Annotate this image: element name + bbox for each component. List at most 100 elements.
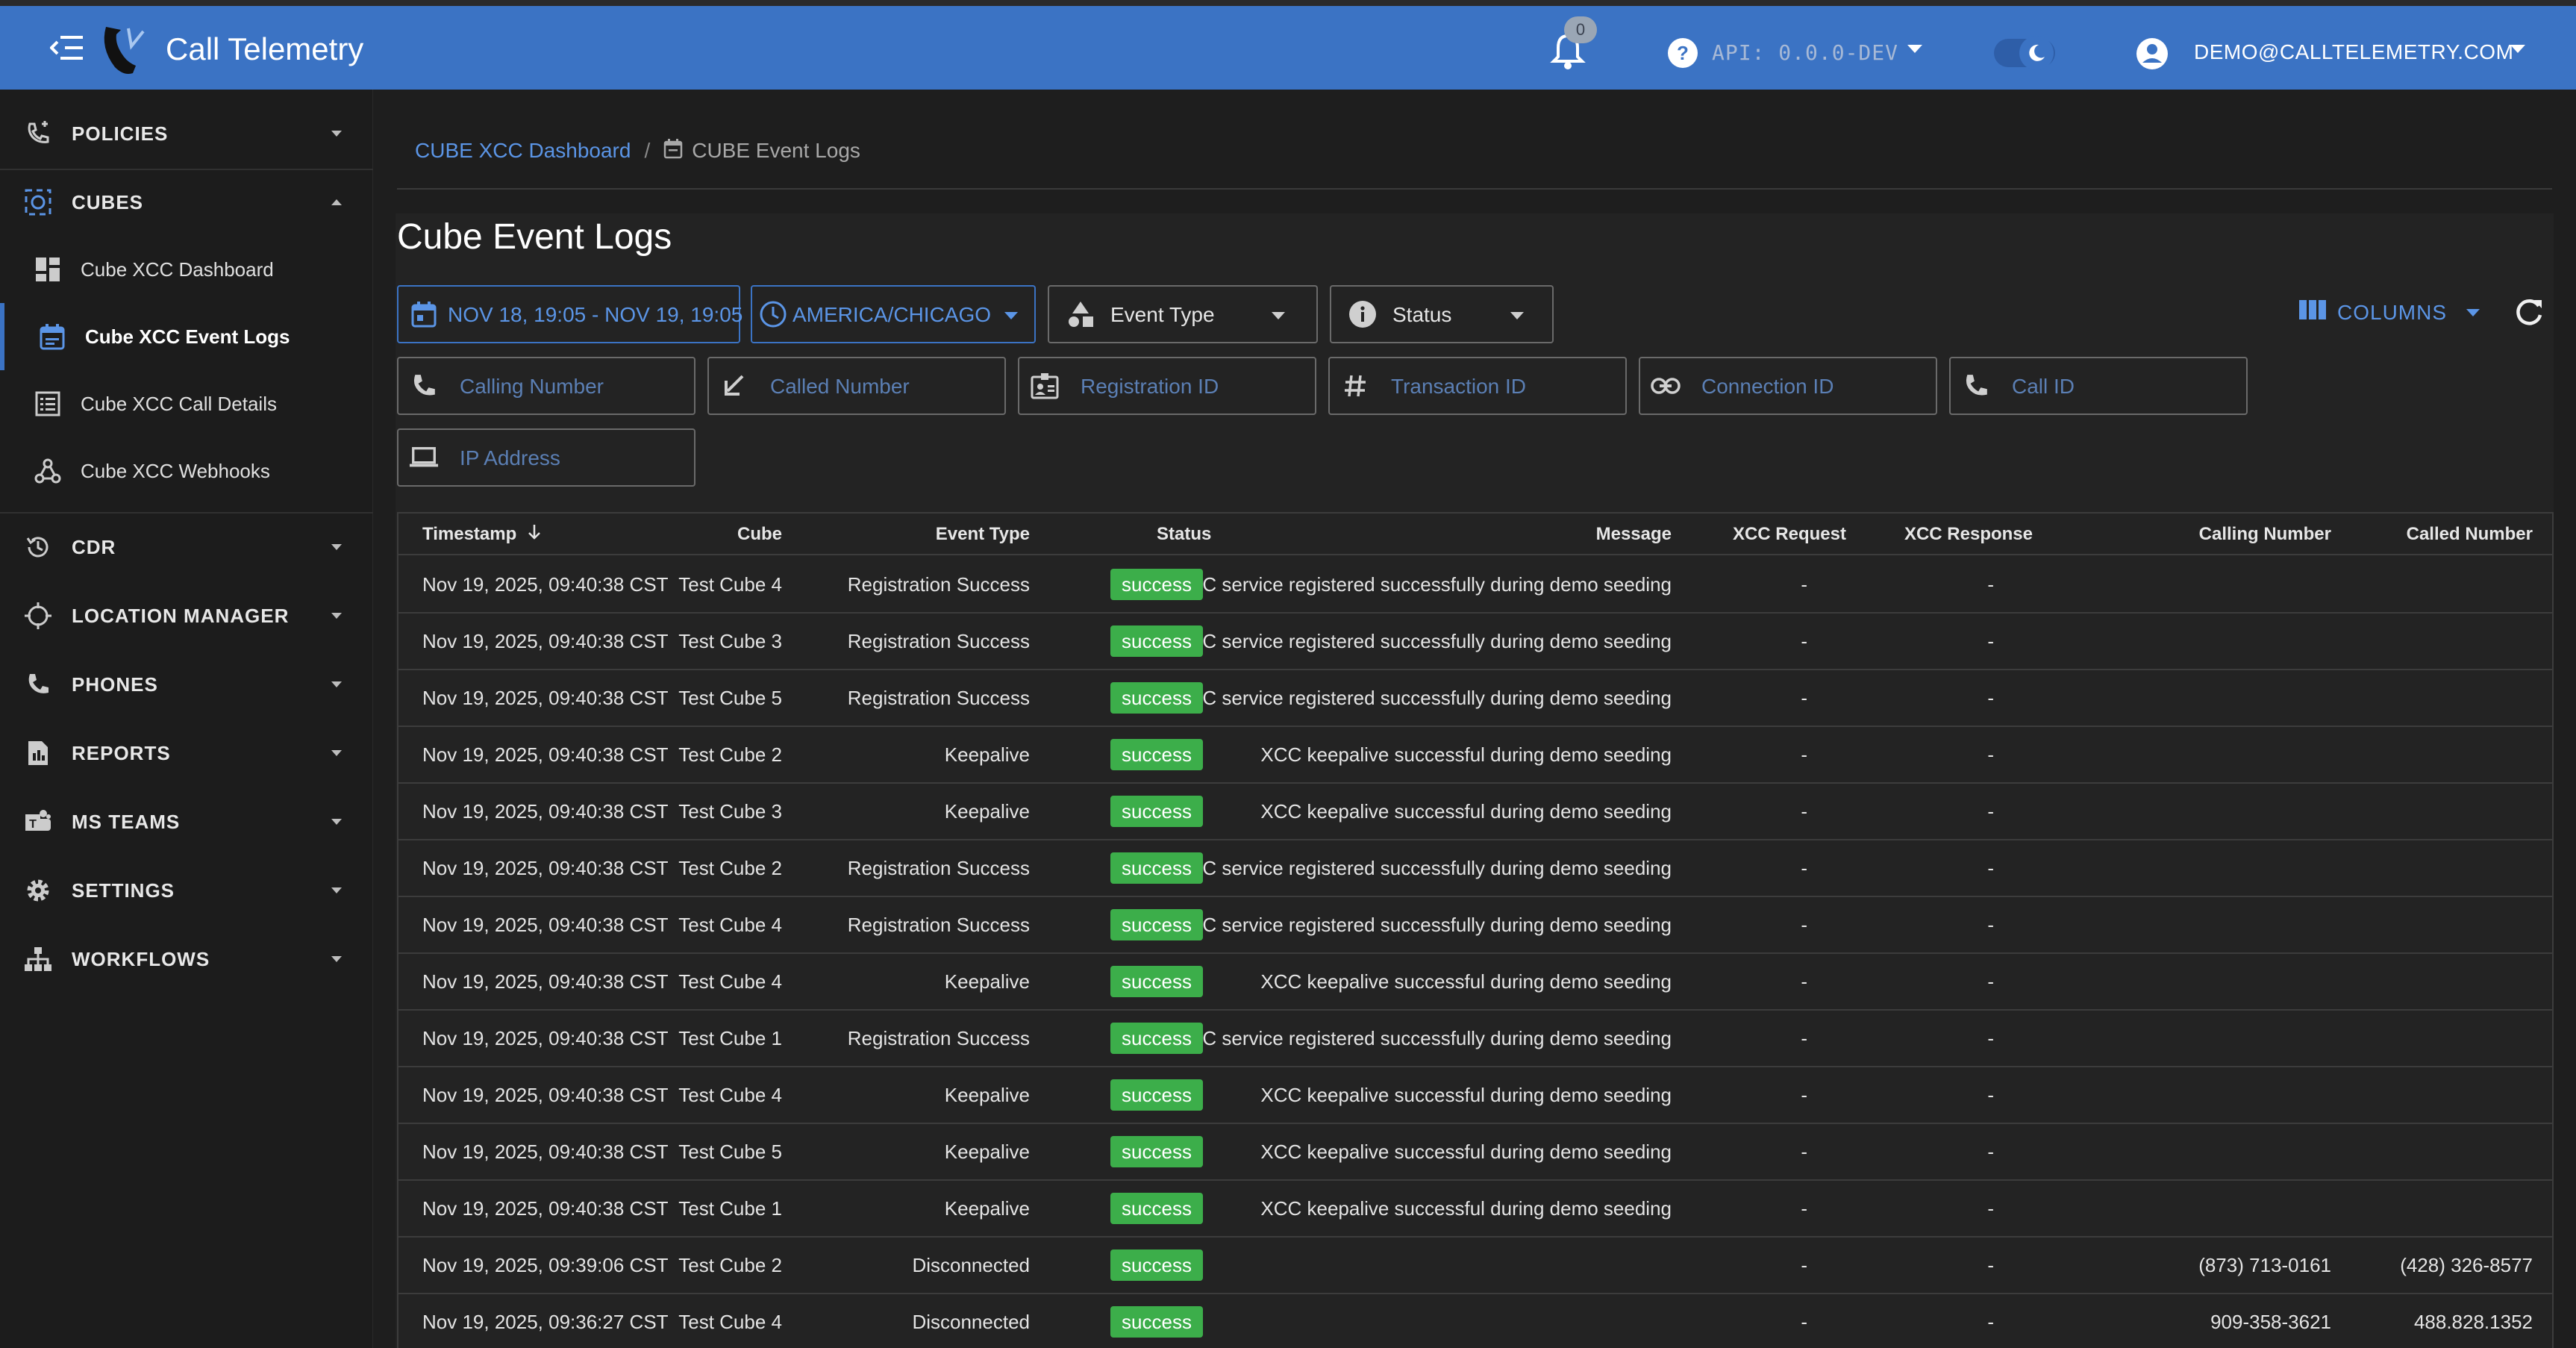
table-row[interactable]: Nov 19, 2025, 09:40:38 CST Test Cube 4 Reg… [398,897,2552,954]
date-range-picker[interactable]: NOV 18, 19:05 - NOV 19, 19:05 [397,285,743,343]
column-header-event-type[interactable]: Event Type [936,524,1030,545]
notification-count-badge: 0 [1564,16,1597,43]
cell-xcc-response: - [1987,1197,1994,1220]
table-row[interactable]: Nov 19, 2025, 09:40:38 CST Test Cube 5 Reg… [398,670,2552,727]
cell-message: XCC keepalive successful during demo see… [1260,1197,1672,1220]
sidebar-section-policies[interactable]: POLICIES [0,100,373,167]
table-row[interactable]: Nov 19, 2025, 09:40:38 CST Test Cube 3 Kee… [398,784,2552,840]
sidebar-section-cubes[interactable]: CUBES [0,169,373,236]
chevron-down-icon [331,819,342,825]
cell-cube: Test Cube 4 [678,1084,782,1106]
sidebar-item-label: Cube XCC Call Details [81,392,277,415]
sidebar-section-label: CUBES [72,190,144,213]
column-header-xcc-response[interactable]: XCC Response [1904,524,2033,545]
event-type-select[interactable]: Event Type [1048,285,1318,343]
phone-icon [409,371,439,401]
table-row[interactable]: Nov 19, 2025, 09:40:38 CST Test Cube 4 Kee… [398,1067,2552,1124]
status-badge: success [1110,1136,1203,1167]
chevron-down-icon [2466,308,2480,316]
table-row[interactable]: Nov 19, 2025, 09:40:38 CST Test Cube 2 Kee… [398,727,2552,784]
called-number-input[interactable]: Called Number [707,357,1006,415]
dashboard-icon [31,253,64,286]
status-badge: success [1110,739,1203,770]
columns-button[interactable]: COLUMNS [2298,299,2480,326]
breadcrumb-current: CUBE Event Logs [692,139,860,162]
cell-event-type: Keepalive [944,1084,1030,1106]
calling-number-input[interactable]: Calling Number [397,357,695,415]
sidebar-section-cdr[interactable]: CDR [0,514,373,581]
status-select[interactable]: Status [1330,285,1554,343]
arrow-down-icon [528,524,541,546]
table-row[interactable]: Nov 19, 2025, 09:40:38 CST Test Cube 3 Reg… [398,614,2552,670]
sidebar-item-cube-xcc-event-logs[interactable]: Cube XCC Event Logs [0,303,373,370]
column-header-message[interactable]: Message [1596,524,1672,545]
cell-xcc-request: - [1801,630,1807,652]
sidebar-section-label: PHONES [72,673,158,696]
sidebar-section-ms-teams[interactable]: T MS TEAMS [0,788,373,855]
api-dropdown-chevron-icon[interactable] [1907,45,1922,53]
call-id-placeholder: Call ID [2012,375,2075,398]
table-row[interactable]: Nov 19, 2025, 09:40:38 CST Test Cube 1 Reg… [398,1011,2552,1067]
transaction-id-input[interactable]: Transaction ID [1328,357,1627,415]
breadcrumb-link-dashboard[interactable]: CUBE XCC Dashboard [415,139,631,163]
sidebar-section-reports[interactable]: REPORTS [0,720,373,787]
table-row[interactable]: Nov 19, 2025, 09:36:27 CST Test Cube 4 Dis… [398,1294,2552,1348]
cell-message: XCC keepalive successful during demo see… [1260,743,1672,766]
column-header-timestamp[interactable]: Timestamp [422,524,541,546]
cell-cube: Test Cube 4 [678,1311,782,1333]
sidebar-section-workflows[interactable]: WORKFLOWS [0,926,373,993]
sidebar-item-cube-xcc-dashboard[interactable]: Cube XCC Dashboard [0,236,373,303]
registration-id-input[interactable]: Registration ID [1018,357,1316,415]
status-badge: success [1110,966,1203,997]
cell-xcc-response: - [1987,630,1994,652]
cell-timestamp: Nov 19, 2025, 09:39:06 CST [422,1254,669,1276]
ip-address-input[interactable]: IP Address [397,428,695,487]
call-id-input[interactable]: Call ID [1949,357,2248,415]
cell-xcc-response: - [1987,1311,1994,1333]
sidebar-item-cube-xcc-call-details[interactable]: Cube XCC Call Details [0,370,373,437]
api-version-label[interactable]: API: 0.0.0-DEV [1712,40,1898,65]
cell-called-number: (428) 326-8577 [2400,1254,2533,1276]
table-row[interactable]: Nov 19, 2025, 09:40:38 CST Test Cube 4 Reg… [398,557,2552,614]
table-row[interactable]: Nov 19, 2025, 09:40:38 CST Test Cube 5 Kee… [398,1124,2552,1181]
cell-xcc-response: - [1987,687,1994,709]
column-header-calling-number[interactable]: Calling Number [2199,524,2331,545]
cell-xcc-request: - [1801,1254,1807,1276]
sidebar-section-label: SETTINGS [72,879,175,902]
sidebar-section-settings[interactable]: SETTINGS [0,857,373,924]
help-icon[interactable]: ? [1667,37,1698,69]
column-header-status[interactable]: Status [1157,524,1211,545]
sidebar-section-location-manager[interactable]: LOCATION MANAGER [0,582,373,649]
sidebar-section-phones[interactable]: PHONES [0,651,373,718]
table-row[interactable]: Nov 19, 2025, 09:40:38 CST Test Cube 2 Reg… [398,840,2552,897]
cell-xcc-response: - [1987,573,1994,596]
theme-toggle[interactable] [1994,36,2055,70]
sidebar-section-label: WORKFLOWS [72,947,210,970]
cell-message: XCC service registered successfully duri… [1175,687,1672,709]
cell-event-type: Keepalive [944,743,1030,766]
timezone-select[interactable]: AMERICA/CHICAGO [751,285,1036,343]
transaction-id-placeholder: Transaction ID [1391,375,1527,398]
page-title: Cube Event Logs [397,217,672,257]
chevron-up-icon [331,199,342,205]
refresh-icon[interactable] [2512,296,2546,330]
status-badge: success [1110,1306,1203,1338]
user-menu-chevron-icon[interactable] [2510,45,2525,53]
column-header-called-number[interactable]: Called Number [2407,524,2533,545]
sidebar-section-label: MS TEAMS [72,810,181,833]
table-row[interactable]: Nov 19, 2025, 09:40:38 CST Test Cube 1 Kee… [398,1181,2552,1238]
column-header-cube[interactable]: Cube [737,524,782,545]
cell-cube: Test Cube 4 [678,573,782,596]
table-row[interactable]: Nov 19, 2025, 09:39:06 CST Test Cube 2 Dis… [398,1238,2552,1294]
sidebar-item-label: Cube XCC Webhooks [81,459,270,482]
crosshair-icon [22,600,54,631]
user-email[interactable]: DEMO@CALLTELEMETRY.COM [2194,40,2513,64]
user-avatar-icon[interactable] [2136,37,2169,70]
connection-id-input[interactable]: Connection ID [1639,357,1937,415]
sidebar-item-cube-xcc-webhooks[interactable]: Cube XCC Webhooks [0,437,373,505]
table-row[interactable]: Nov 19, 2025, 09:40:38 CST Test Cube 4 Kee… [398,954,2552,1011]
menu-collapse-icon[interactable] [46,28,88,67]
cell-message: XCC keepalive successful during demo see… [1260,1084,1672,1106]
sidebar-section-label: LOCATION MANAGER [72,604,290,627]
column-header-xcc-request[interactable]: XCC Request [1733,524,1846,545]
